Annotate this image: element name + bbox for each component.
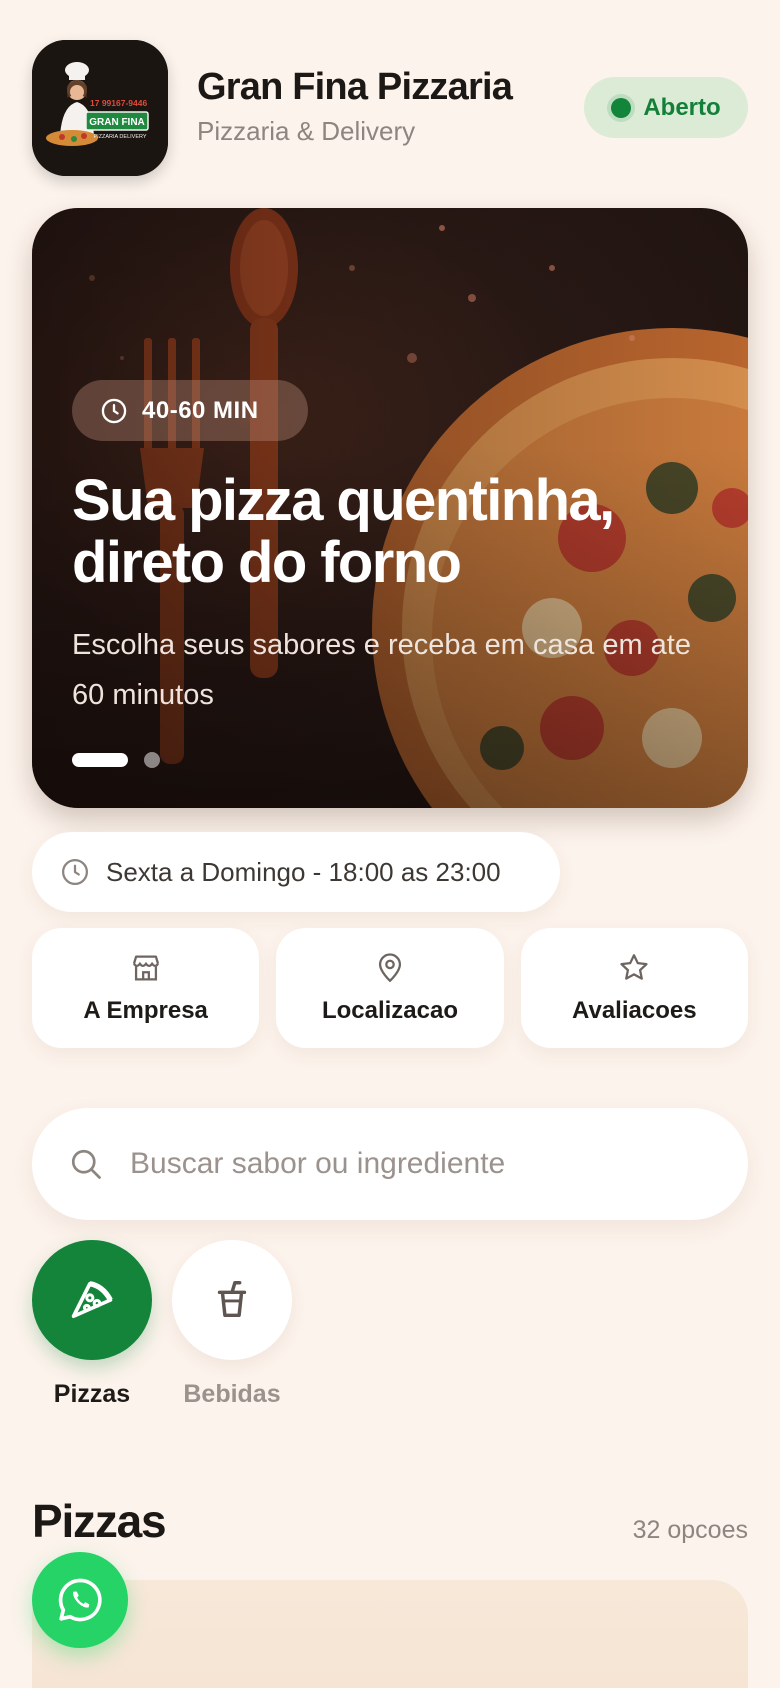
- search-input[interactable]: [130, 1147, 690, 1181]
- reviews-label: Avaliacoes: [572, 997, 697, 1024]
- category-bebidas-label: Bebidas: [183, 1380, 281, 1408]
- reviews-button[interactable]: Avaliacoes: [520, 928, 748, 1048]
- store-icon: [132, 955, 159, 981]
- star-icon: [620, 954, 648, 980]
- opening-hours: Sexta a Domingo - 18:00 as 23:00: [32, 832, 560, 912]
- logo-tagline-text: PIZZARIA DELIVERY: [93, 134, 146, 140]
- status-dot-icon: [611, 97, 632, 118]
- opening-hours-text: Sexta a Domingo - 18:00 as 23:00: [106, 856, 501, 887]
- whatsapp-button[interactable]: [32, 1552, 128, 1648]
- restaurant-subtitle: Pizzaria & Delivery: [197, 116, 416, 146]
- delivery-time-chip: 40-60 MIN: [72, 380, 308, 441]
- category-tabs: Pizzas Bebidas: [32, 1240, 292, 1409]
- app-header: 17 99167-9446 GRAN FINA PIZZARIA DELIVER…: [32, 40, 748, 176]
- category-pizzas-button[interactable]: [32, 1240, 152, 1360]
- about-company-button[interactable]: A Empresa: [32, 928, 260, 1048]
- open-status-badge: Aberto: [584, 77, 748, 138]
- status-label: Aberto: [643, 93, 721, 121]
- location-label: Localizacao: [321, 997, 459, 1024]
- logo-name-text: GRAN FINA: [89, 117, 145, 128]
- whatsapp-icon: [58, 1578, 102, 1622]
- logo-image: 17 99167-9446 GRAN FINA PIZZARIA DELIVER…: [32, 40, 168, 176]
- clock-icon: [62, 859, 88, 885]
- hero-subtitle: Escolha seus sabores e receba em casa em…: [72, 629, 691, 711]
- clock-icon: [101, 398, 127, 423]
- drink-cup-icon: [217, 1281, 247, 1318]
- section-count: 32 opcoes: [632, 1516, 748, 1544]
- pizzeria-logo[interactable]: 17 99167-9446 GRAN FINA PIZZARIA DELIVER…: [32, 40, 168, 176]
- category-pizzas-label: Pizzas: [53, 1380, 131, 1408]
- search-bar[interactable]: [32, 1108, 748, 1220]
- map-pin-icon: [378, 953, 402, 983]
- pizza-slice-icon: [71, 1281, 113, 1319]
- carousel-dot[interactable]: [144, 752, 160, 768]
- product-card[interactable]: [32, 1580, 748, 1688]
- logo-phone-text: 17 99167-9446: [90, 98, 147, 108]
- location-button[interactable]: Localizacao: [276, 928, 504, 1048]
- section-title: Pizzas: [32, 1495, 167, 1547]
- info-cards: A Empresa Localizacao Avaliacoes: [32, 928, 748, 1048]
- carousel-indicator: [72, 752, 160, 768]
- category-bebidas[interactable]: Bebidas: [172, 1240, 292, 1409]
- about-company-label: A Empresa: [83, 997, 208, 1024]
- carousel-dot-active[interactable]: [72, 753, 128, 767]
- category-pizzas[interactable]: Pizzas: [32, 1240, 152, 1409]
- category-bebidas-button[interactable]: [172, 1240, 292, 1360]
- search-icon: [71, 1149, 101, 1179]
- hero-title: Sua pizza quentinha, direto do forno: [72, 468, 615, 595]
- hero-banner[interactable]: 40-60 MIN Sua pizza quentinha, direto do…: [32, 208, 748, 808]
- restaurant-name: Gran Fina Pizzaria: [197, 66, 513, 108]
- delivery-time-label: 40-60 MIN: [142, 396, 259, 424]
